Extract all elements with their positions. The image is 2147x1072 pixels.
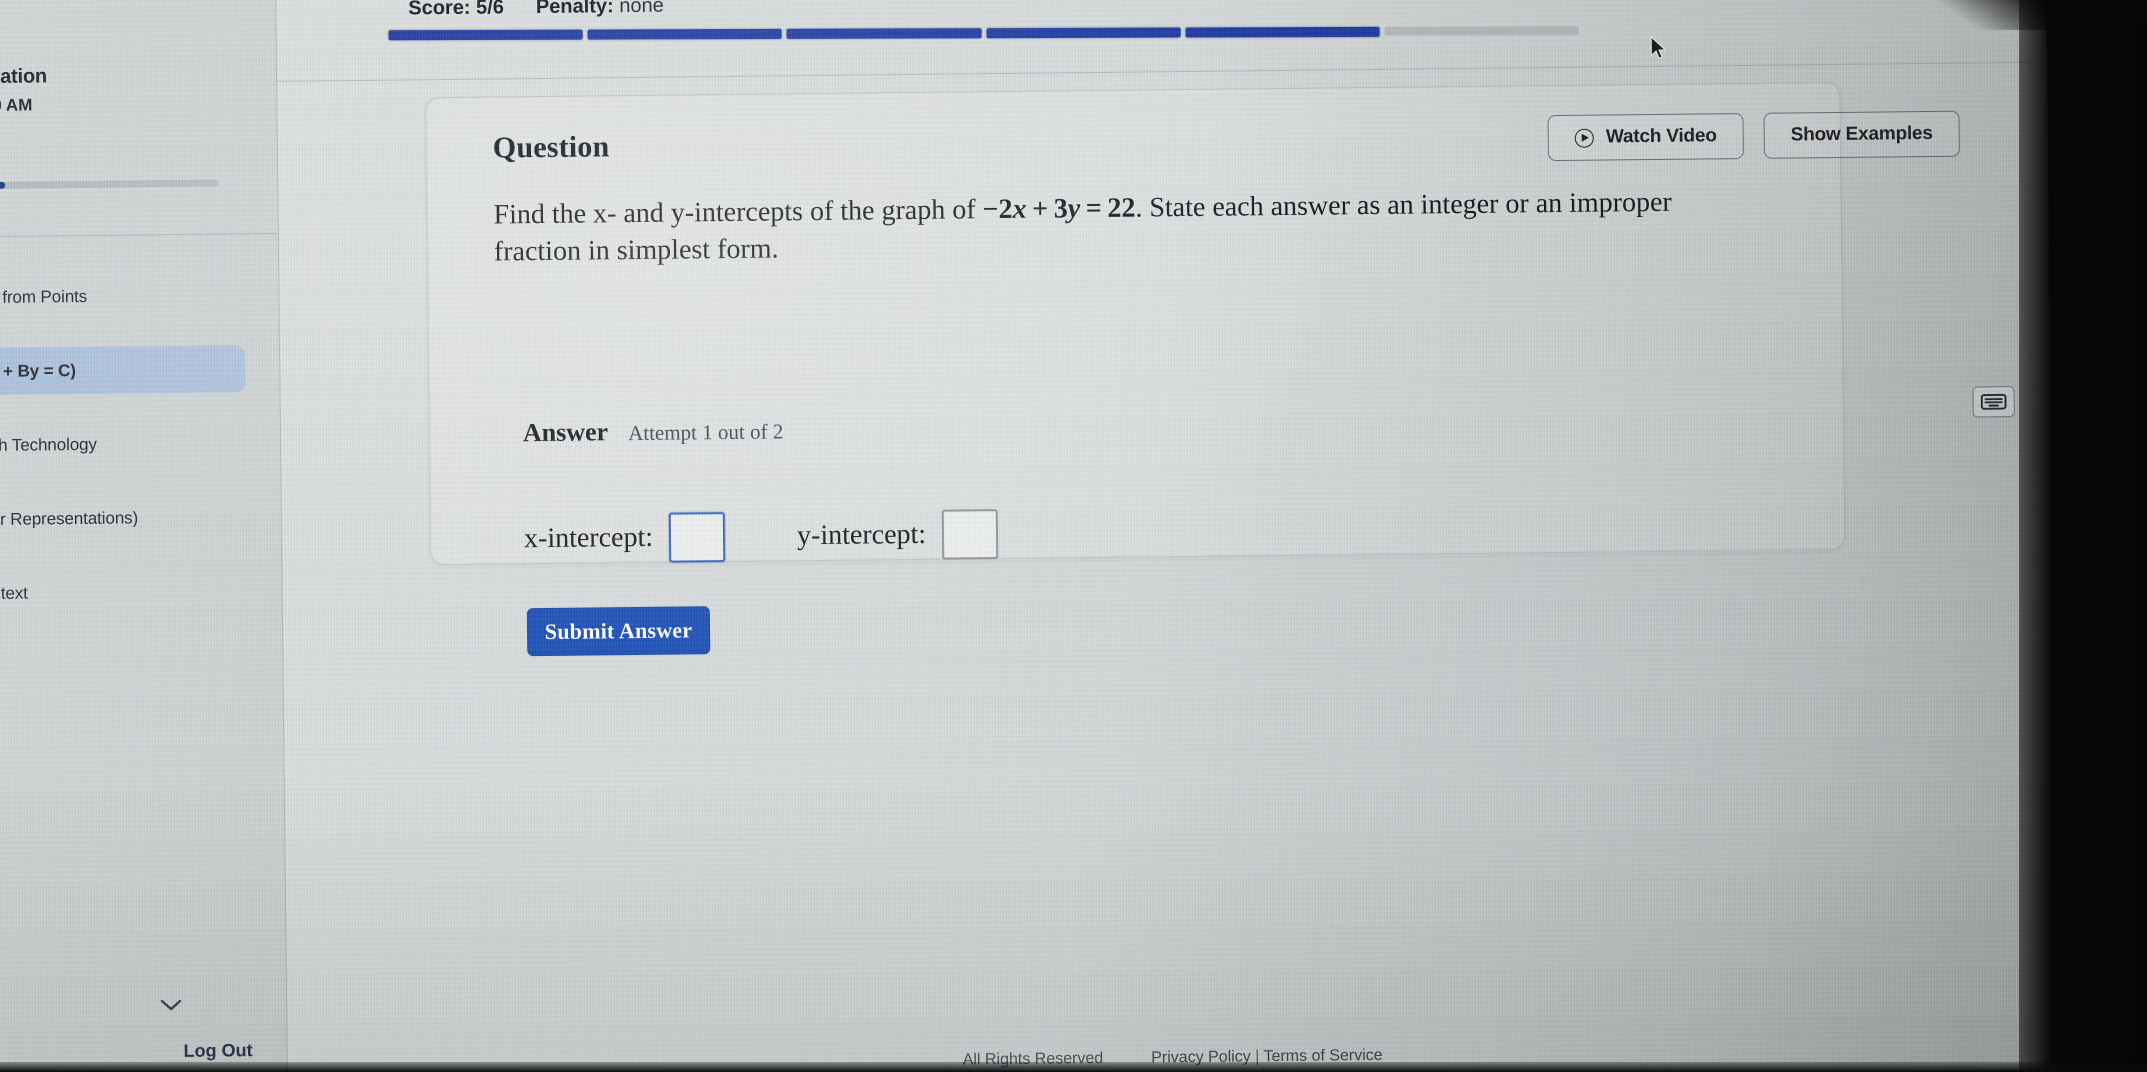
show-examples-label: Show Examples — [1790, 122, 1933, 146]
equation-var-x: x — [1012, 193, 1027, 225]
sidebar-title: …iation — [0, 65, 48, 89]
penalty-label: Penalty: — [535, 0, 614, 19]
progress-segment-1 — [388, 29, 583, 41]
chevron-down-icon[interactable] — [157, 996, 185, 1014]
page-title: Question — [492, 130, 610, 165]
equation-equals: = — [1085, 192, 1102, 225]
sidebar-item-2[interactable]: …ith Technology — [0, 419, 281, 470]
screen-photo: …iation …0 AM …e from Points …x + By = C… — [0, 0, 2147, 1072]
score-label: Score: — [408, 0, 471, 20]
sidebar-subtitle: …0 AM — [0, 95, 33, 116]
question-actions: Watch Video Show Examples — [1547, 110, 1960, 162]
header-divider — [277, 61, 2047, 82]
sidebar-divider — [0, 232, 279, 238]
equation-coef-y: 3 — [1053, 193, 1068, 225]
intercept-fields: x-intercept: y-intercept: — [524, 509, 999, 564]
show-examples-button[interactable]: Show Examples — [1763, 110, 1960, 159]
sidebar-nav: …e from Points …x + By = C) …ith Technol… — [0, 271, 283, 619]
logout-link[interactable]: Log Out — [183, 1040, 252, 1062]
y-intercept-input[interactable] — [941, 509, 999, 560]
score-value: 5/6 — [475, 0, 505, 19]
play-circle-icon — [1574, 128, 1595, 148]
question-prompt: Find the x- and y-intercepts of the grap… — [493, 184, 1679, 271]
sidebar-item-label: …ar Representations) — [0, 507, 139, 529]
sidebar-item-label: …ntext — [0, 583, 28, 603]
screen-surface: …iation …0 AM …e from Points …x + By = C… — [0, 0, 2058, 1072]
score-row: Score: 5/6 Penalty: none — [408, 0, 664, 20]
score-group: Score: 5/6 — [408, 0, 504, 20]
equation-var-y: y — [1067, 193, 1081, 225]
sidebar-progress-fill — [0, 181, 6, 190]
watch-video-label: Watch Video — [1605, 125, 1717, 148]
sidebar-item-3[interactable]: …ar Representations) — [0, 493, 282, 544]
sidebar-progress-bar — [0, 179, 219, 190]
penalty-value: none — [619, 0, 664, 18]
footer: All Rights Reserved Privacy Policy | Ter… — [288, 1040, 2058, 1072]
terms-of-service-link[interactable]: Terms of Service — [1263, 1047, 1382, 1065]
equation: −2x + 3y = 22 — [982, 193, 1135, 226]
question-progress-segments — [388, 26, 1579, 42]
progress-segment-6 — [1384, 26, 1579, 36]
attempt-text: Attempt 1 out of 2 — [627, 419, 784, 446]
answer-label: Answer — [522, 417, 609, 448]
main-content: Score: 5/6 Penalty: none Question Watch … — [275, 0, 2058, 1072]
footer-links: Privacy Policy | Terms of Service — [1151, 1047, 1383, 1068]
sidebar-item-label: …x + By = C) — [0, 360, 76, 381]
penalty-group: Penalty: none — [536, 0, 664, 19]
keyboard-icon[interactable] — [1972, 386, 2015, 418]
sidebar-item-1-active[interactable]: …x + By = C) — [0, 345, 246, 396]
answer-header: Answer Attempt 1 out of 2 — [523, 415, 784, 448]
progress-segment-5 — [1185, 26, 1380, 38]
progress-segment-3 — [786, 28, 982, 39]
equation-plus: + — [1032, 193, 1049, 225]
x-intercept-input[interactable] — [668, 512, 726, 563]
sidebar-item-label: …ith Technology — [0, 434, 97, 455]
y-intercept-label: y-intercept: — [796, 518, 927, 552]
sidebar-item-label: …e from Points — [0, 286, 88, 307]
rights-text: All Rights Reserved — [962, 1049, 1104, 1069]
watch-video-button[interactable]: Watch Video — [1547, 112, 1744, 162]
equation-coef-x: −2 — [982, 193, 1013, 226]
sidebar-item-0[interactable]: …e from Points — [0, 271, 280, 322]
prompt-prefix: Find the x- and y-intercepts of the grap… — [493, 194, 983, 231]
sidebar-item-4[interactable]: …ntext — [0, 567, 283, 618]
progress-segment-2 — [587, 28, 782, 40]
sidebar: …iation …0 AM …e from Points …x + By = C… — [0, 0, 288, 1072]
privacy-policy-link[interactable]: Privacy Policy — [1151, 1048, 1251, 1066]
footer-separator: | — [1255, 1048, 1260, 1066]
submit-answer-button[interactable]: Submit Answer — [526, 606, 711, 657]
progress-segment-4 — [986, 27, 1181, 39]
x-intercept-label: x-intercept: — [523, 521, 654, 555]
equation-rhs: 22 — [1107, 192, 1136, 224]
